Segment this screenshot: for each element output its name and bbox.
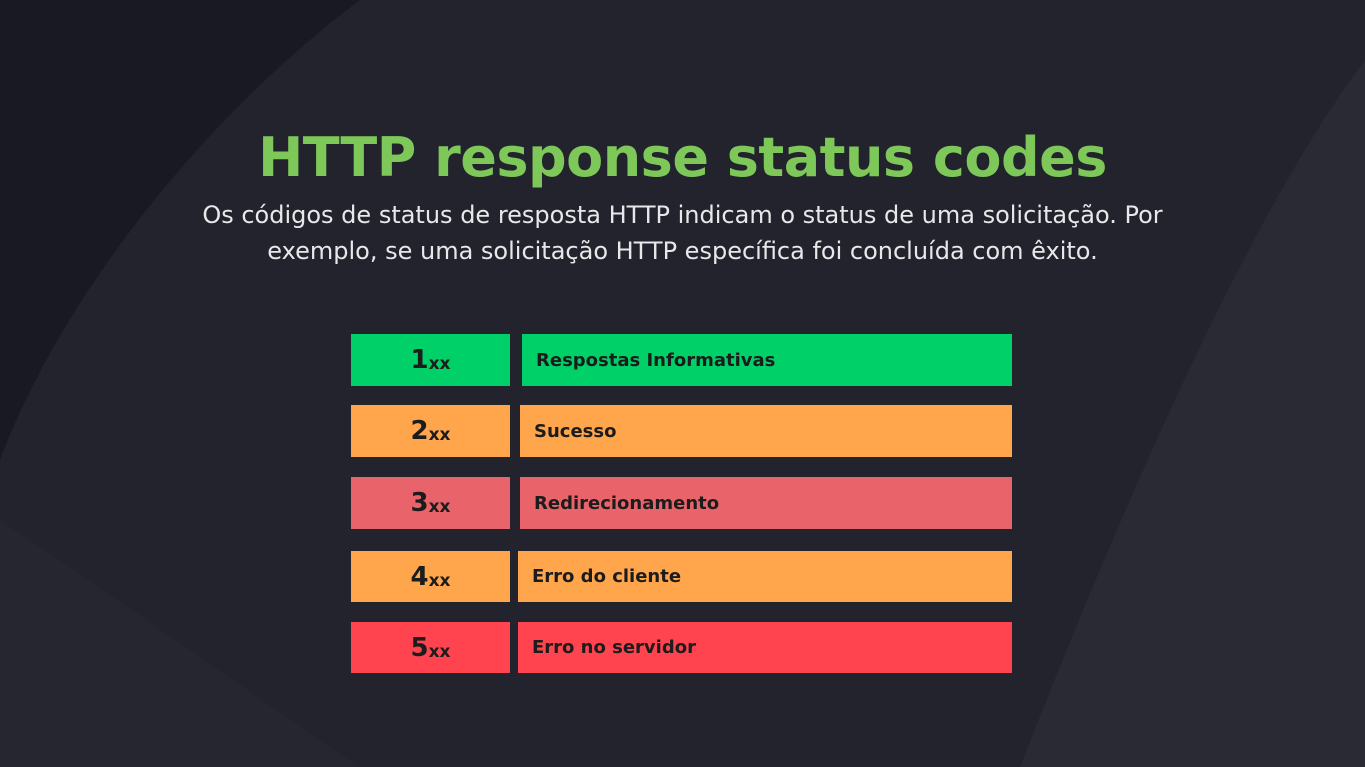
status-code-1xx: 1 xx (351, 334, 510, 386)
status-code-suffix: xx (428, 570, 451, 591)
status-code-5xx: 5 xx (351, 622, 510, 673)
status-label-text: Respostas Informativas (536, 349, 776, 371)
status-label-text: Redirecionamento (534, 492, 720, 514)
status-code-2xx: 2 xx (351, 405, 510, 457)
status-code-digit: 2 (410, 416, 429, 446)
status-code-digit: 3 (410, 488, 429, 518)
status-label-redirect: Redirecionamento (520, 477, 1012, 529)
status-code-suffix: xx (428, 641, 451, 662)
status-code-4xx: 4 xx (351, 551, 510, 602)
status-label-success: Sucesso (520, 405, 1012, 457)
status-label-informational: Respostas Informativas (522, 334, 1012, 386)
status-label-client-error: Erro do cliente (518, 551, 1012, 602)
status-code-suffix: xx (428, 497, 451, 517)
status-label-server-error: Erro no servidor (518, 622, 1012, 673)
status-code-digit: 5 (410, 632, 429, 663)
page-title: HTTP response status codes (258, 126, 1107, 189)
status-label-text: Erro do cliente (532, 566, 682, 587)
status-code-suffix: xx (428, 425, 451, 445)
status-code-digit: 4 (410, 561, 429, 592)
status-code-suffix: xx (428, 354, 451, 374)
status-label-text: Sucesso (534, 420, 617, 442)
status-code-3xx: 3 xx (351, 477, 510, 529)
status-label-text: Erro no servidor (532, 637, 696, 658)
status-code-digit: 1 (410, 345, 429, 375)
page-subtitle: Os códigos de status de resposta HTTP in… (202, 201, 1163, 265)
